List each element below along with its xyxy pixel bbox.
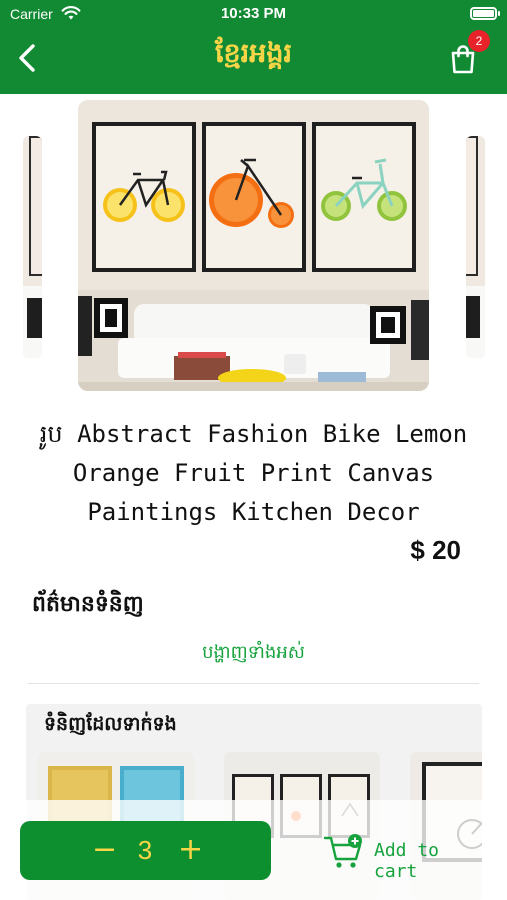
product-name: រូប Abstract Fashion Bike Lemon Orange F…: [39, 420, 468, 526]
product-info-heading: ព័ត៌មានទំនិញ: [32, 592, 144, 617]
frame-orange: [202, 122, 306, 272]
status-time: 10:33 PM: [220, 5, 287, 22]
divider: [28, 683, 479, 684]
quantity-stepper: − 3 +: [20, 821, 271, 880]
battery-icon: [470, 7, 500, 20]
decrease-quantity-button[interactable]: −: [92, 830, 117, 870]
quantity-value: 3: [137, 835, 153, 865]
show-all-link[interactable]: បង្ហាញទាំងអស់: [0, 640, 507, 667]
add-to-cart-label: Add to cart: [374, 840, 440, 882]
app-header: Carrier 10:33 PM ខ្មែរអង្គរ 2: [0, 0, 507, 94]
related-products-heading: ទំនិញដែលទាក់ទង: [44, 713, 177, 735]
carousel-next-image[interactable]: [466, 136, 485, 358]
page-title: ខ្មែរអង្គរ: [214, 38, 293, 69]
status-bar: Carrier 10:33 PM: [0, 0, 507, 30]
increase-quantity-button[interactable]: +: [178, 830, 203, 870]
frame-lime: [312, 122, 416, 272]
cart-count-badge: 2: [468, 30, 490, 52]
product-price: $ 20: [410, 535, 461, 565]
add-cart-icon: [323, 834, 362, 868]
carousel-prev-image[interactable]: [23, 136, 42, 358]
product-image[interactable]: [78, 100, 429, 391]
add-to-cart-button[interactable]: Add to cart: [322, 832, 492, 882]
frame-lemon: [92, 122, 196, 272]
